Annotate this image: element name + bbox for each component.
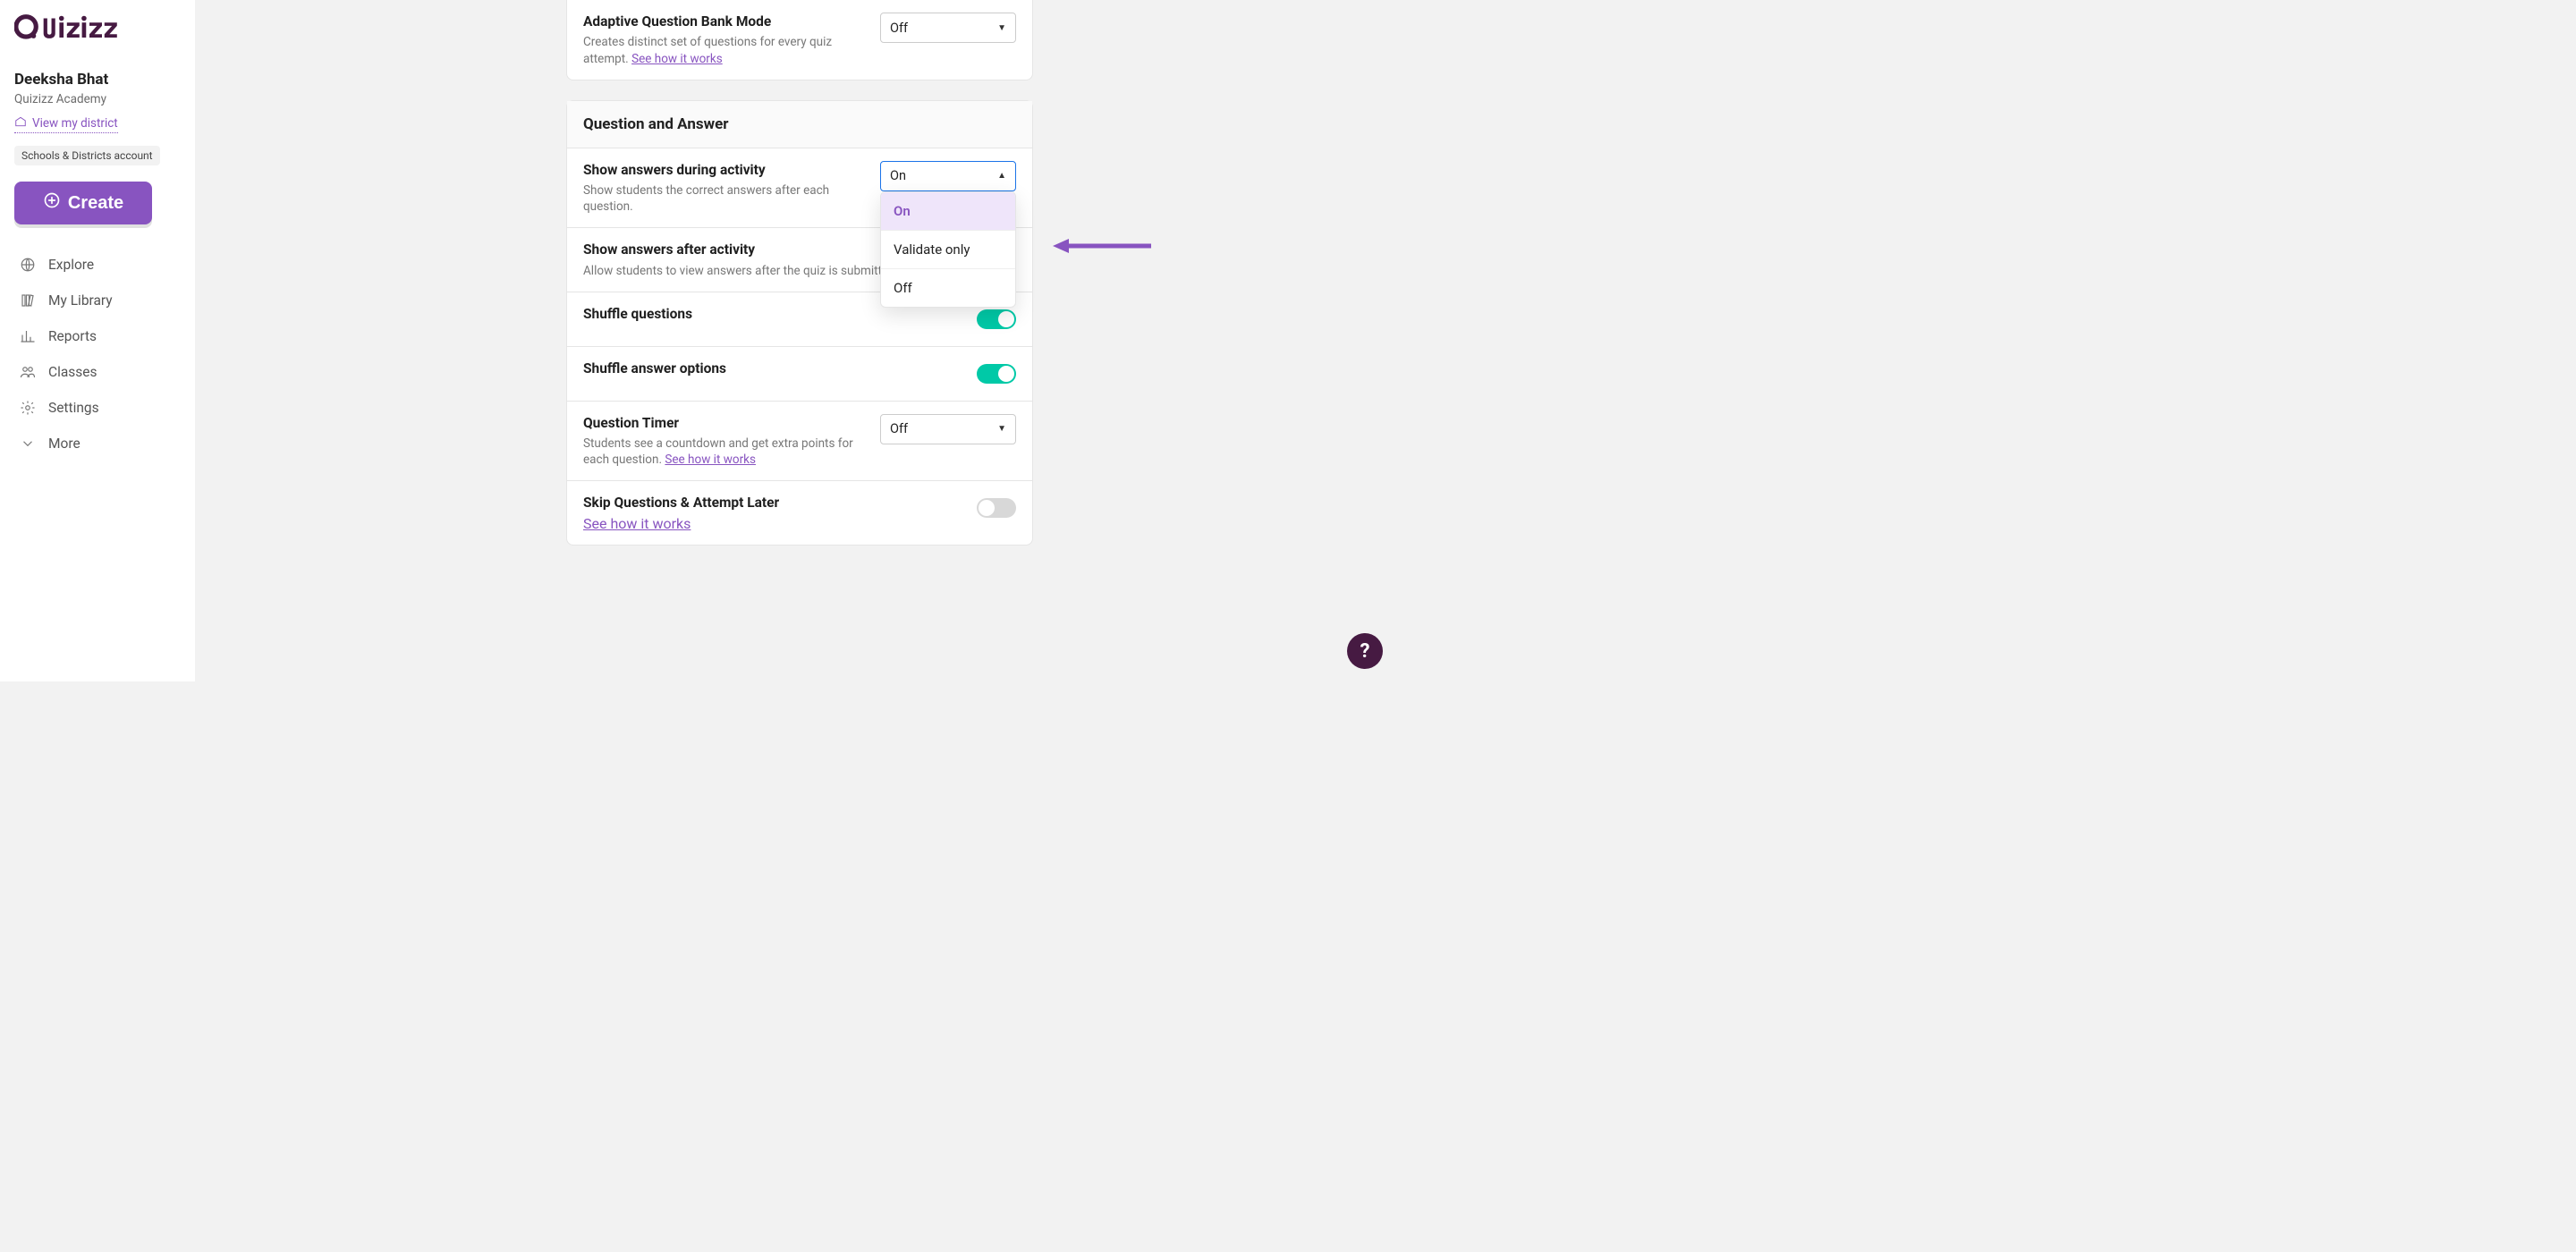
select-value: Off <box>890 421 908 436</box>
view-district-label: View my district <box>32 116 118 131</box>
select-value: On <box>890 168 906 183</box>
skip-questions-toggle[interactable] <box>977 498 1016 518</box>
row-desc: Creates distinct set of questions for ev… <box>583 34 866 66</box>
user-name: Deeksha Bhat <box>14 71 181 89</box>
see-how-it-works-link[interactable]: See how it works <box>631 52 723 66</box>
annotation-arrow-icon <box>1053 237 1151 255</box>
globe-icon <box>20 257 36 273</box>
sidebar-item-label: My Library <box>48 292 113 309</box>
user-subtitle: Quizizz Academy <box>14 92 181 106</box>
row-title: Skip Questions & Attempt Later <box>583 494 962 512</box>
row-title: Adaptive Question Bank Mode <box>583 13 866 30</box>
row-title: Show answers during activity <box>583 161 866 179</box>
card-mastery: improve accuracy. Adaptive Question Bank… <box>566 0 1033 80</box>
sidebar-item-label: Reports <box>48 328 97 344</box>
see-how-it-works-link[interactable]: See how it works <box>583 515 691 532</box>
row-desc: Show students the correct answers after … <box>583 182 866 215</box>
sidebar-item-explore[interactable]: Explore <box>14 248 181 282</box>
account-type-badge: Schools & Districts account <box>14 146 160 165</box>
card-question-and-answer: Question and Answer Show answers during … <box>566 100 1033 546</box>
dropdown-option-on[interactable]: On <box>881 192 1015 230</box>
show-answers-during-select[interactable]: On ▲ <box>880 161 1016 191</box>
row-shuffle-answer-options: Shuffle answer options <box>567 346 1032 401</box>
row-adaptive-bank: Adaptive Question Bank Mode Creates dist… <box>567 0 1032 80</box>
dropdown-option-off[interactable]: Off <box>881 268 1015 307</box>
section-title: Question and Answer <box>567 101 1032 148</box>
row-desc: Students see a countdown and get extra p… <box>583 436 866 468</box>
see-how-it-works-link[interactable]: See how it works <box>665 453 756 467</box>
sidebar-item-label: Classes <box>48 364 97 380</box>
caret-up-icon: ▲ <box>997 171 1006 181</box>
dropdown-option-validate-only[interactable]: Validate only <box>881 230 1015 268</box>
caret-down-icon: ▼ <box>997 424 1006 434</box>
chevron-down-icon <box>20 436 36 452</box>
question-timer-select[interactable]: Off ▼ <box>880 414 1016 444</box>
quizizz-logo-svg <box>14 13 140 42</box>
help-button[interactable]: ? <box>1347 633 1383 669</box>
people-icon <box>20 364 36 380</box>
school-icon <box>14 115 27 131</box>
gear-icon <box>20 400 36 416</box>
quizizz-logo <box>14 13 181 46</box>
sidebar-item-label: Settings <box>48 400 99 416</box>
row-title: Shuffle answer options <box>583 360 962 377</box>
shuffle-questions-toggle[interactable] <box>977 309 1016 329</box>
adaptive-bank-select[interactable]: Off ▼ <box>880 13 1016 43</box>
sidebar-item-settings[interactable]: Settings <box>14 391 181 425</box>
sidebar-nav: Explore My Library Reports Classes Setti… <box>14 248 181 461</box>
sidebar-item-more[interactable]: More <box>14 427 181 461</box>
create-button[interactable]: Create <box>14 182 152 224</box>
main-content: improve accuracy. Adaptive Question Bank… <box>195 0 1395 681</box>
row-title: Question Timer <box>583 414 866 432</box>
row-show-answers-during: Show answers during activity Show studen… <box>567 148 1032 228</box>
sidebar-item-library[interactable]: My Library <box>14 283 181 317</box>
books-icon <box>20 292 36 309</box>
create-button-label: Create <box>68 193 123 214</box>
show-answers-during-dropdown: On Validate only Off <box>880 191 1016 308</box>
row-question-timer: Question Timer Students see a countdown … <box>567 401 1032 481</box>
sidebar-item-reports[interactable]: Reports <box>14 319 181 353</box>
row-skip-questions: Skip Questions & Attempt Later See how i… <box>567 480 1032 545</box>
question-mark-icon: ? <box>1360 640 1370 663</box>
plus-circle-icon <box>43 191 61 215</box>
sidebar: Deeksha Bhat Quizizz Academy View my dis… <box>0 0 195 681</box>
sidebar-item-classes[interactable]: Classes <box>14 355 181 389</box>
view-district-link[interactable]: View my district <box>14 115 118 133</box>
chart-icon <box>20 328 36 344</box>
select-value: Off <box>890 21 908 36</box>
sidebar-item-label: Explore <box>48 257 94 273</box>
sidebar-item-label: More <box>48 436 80 452</box>
settings-panel: improve accuracy. Adaptive Question Bank… <box>566 0 1033 565</box>
caret-down-icon: ▼ <box>997 23 1006 33</box>
shuffle-answers-toggle[interactable] <box>977 364 1016 384</box>
